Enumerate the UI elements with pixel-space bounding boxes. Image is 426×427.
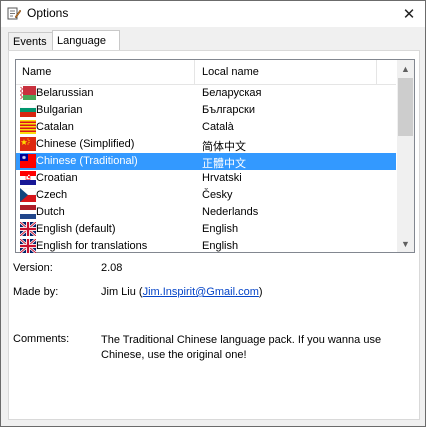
version-label: Version: [13,262,53,274]
list-item[interactable]: Catalan Català [16,119,396,136]
title-bar[interactable]: Options ✕ [1,1,425,27]
language-name: Chinese (Simplified) [36,138,135,150]
bulgaria-flag-icon [20,103,36,117]
made-by-value: Jim Liu (Jim.Inspirit@Gmail.com) [101,286,263,298]
list-rows: Belarussian Беларуская Bulgarian Българс… [16,85,396,255]
language-name: English for translations [36,240,148,252]
version-value: 2.08 [101,262,123,274]
made-by-label: Made by: [13,286,59,298]
comments-value: The Traditional Chinese language pack. I… [101,334,382,361]
column-header-local-name[interactable]: Local name [202,66,259,78]
list-item-selected[interactable]: Chinese (Traditional) 正體中文 [16,153,396,170]
chevron-up-icon: ▲ [401,63,410,74]
language-local-name: Česky [202,189,233,201]
close-paren: ) [258,286,263,298]
scrollbar-thumb[interactable] [398,78,413,136]
language-name: Chinese (Traditional) [36,155,138,167]
comments-label: Comments: [13,333,70,345]
list-header: Name Local name [16,60,396,85]
china-flag-icon [20,137,36,151]
language-name: Bulgarian [36,104,83,116]
language-name: English (default) [36,223,116,235]
language-name: Catalan [36,121,74,133]
list-item[interactable]: Chinese (Simplified) 简体中文 [16,136,396,153]
language-local-name: Hrvatski [202,172,242,184]
language-name: Dutch [36,206,65,218]
croatia-flag-icon [20,171,36,185]
options-window: Options ✕ Events Language Name Local nam… [0,0,426,427]
language-local-name: 正體中文 [202,158,246,170]
uk-flag-icon [20,239,36,253]
list-item[interactable]: Czech Česky [16,187,396,204]
author-name: Jim Liu [101,286,136,298]
tab-events[interactable]: Events [8,32,56,51]
language-local-name: Nederlands [202,206,259,218]
language-panel: Name Local name Belarussian Беларуская B… [8,50,420,420]
options-app-icon [7,7,21,20]
belarus-flag-icon [20,86,36,100]
list-item[interactable]: Belarussian Беларуская [16,85,396,102]
language-name: Belarussian [36,87,94,99]
language-local-name: Български [202,104,255,116]
language-local-name: English [202,240,239,252]
language-local-name: Català [202,121,234,133]
language-name: Czech [36,189,68,201]
list-item[interactable]: Dutch Nederlands [16,204,396,221]
netherlands-flag-icon [20,205,36,219]
close-button[interactable]: ✕ [393,1,425,27]
scroll-down-button[interactable]: ▼ [397,235,414,252]
catalonia-flag-icon [20,120,36,134]
uk-flag-icon [20,222,36,236]
taiwan-flag-icon [20,154,36,168]
language-name: Croatian [36,172,78,184]
author-email-link[interactable]: Jim.Inspirit@Gmail.com [143,286,259,298]
scroll-up-button[interactable]: ▲ [397,60,414,77]
language-local-name: 简体中文 [202,141,246,153]
list-item[interactable]: Croatian Hrvatski [16,170,396,187]
list-item[interactable]: Bulgarian Български [16,102,396,119]
language-list[interactable]: Name Local name Belarussian Беларуская B… [15,59,415,253]
language-local-name: Беларуская [202,87,262,99]
close-icon: ✕ [402,6,416,23]
column-header-name[interactable]: Name [22,66,51,78]
column-divider[interactable] [376,60,377,84]
tab-language[interactable]: Language [52,30,120,52]
vertical-scrollbar[interactable]: ▲ ▼ [397,60,414,252]
language-local-name: English [202,223,239,235]
list-item[interactable]: English for translations English [16,238,396,255]
window-title: Options [27,6,69,20]
list-item[interactable]: English (default) English [16,221,396,238]
chevron-down-icon: ▼ [401,238,410,249]
column-divider[interactable] [194,60,195,84]
czech-flag-icon [20,188,36,202]
